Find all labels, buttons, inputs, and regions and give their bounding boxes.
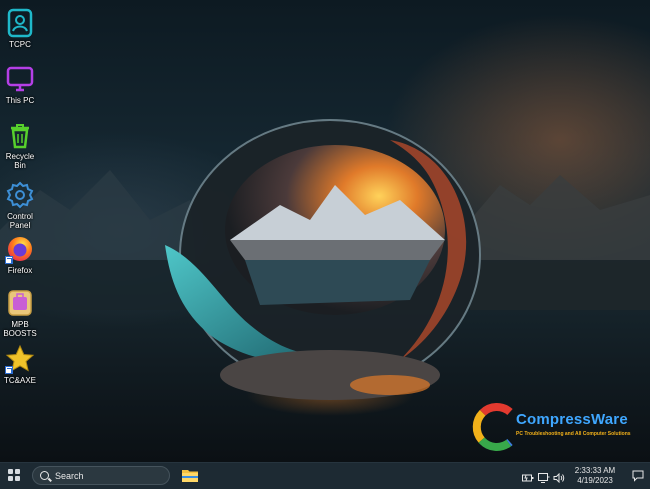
watermark-name: CompressWare xyxy=(516,411,628,428)
file-explorer-icon[interactable] xyxy=(182,468,198,482)
desktop-icon-control-panel[interactable]: Control Panel xyxy=(0,180,40,230)
shortcut-arrow-icon xyxy=(5,256,13,264)
desktop-icon-tcpc[interactable]: TCPC xyxy=(0,8,40,49)
desktop-icon-label: Control Panel xyxy=(7,212,33,230)
taskbar-clock[interactable]: 2:33:33 AM 4/19/2023 xyxy=(570,466,620,486)
network-icon[interactable] xyxy=(538,470,550,488)
watermark-tagline: PC Troubleshooting and All Computer Solu… xyxy=(516,431,631,437)
star-icon xyxy=(5,344,35,374)
desktop-icon-label: Firefox xyxy=(7,266,33,275)
desktop-icon-label: Recycle Bin xyxy=(5,152,35,170)
monitor-icon xyxy=(5,64,35,94)
desktop-screen: TCPC This PC Recycle Bin Control Panel F… xyxy=(0,0,650,489)
desktop-icon-mpb-boosts[interactable]: MPB BOOSTS xyxy=(0,288,40,338)
bag-icon xyxy=(5,288,35,318)
desktop-icon-tc-axe[interactable]: TC&AXE xyxy=(0,344,40,385)
taskbar: Search 2:33:33 AM 4/19/2023 xyxy=(0,462,650,489)
search-icon xyxy=(40,471,49,480)
desktop-icon-label: TCPC xyxy=(9,40,31,49)
desktop-icon-label: MPB BOOSTS xyxy=(3,320,37,338)
desktop-icon-label: This PC xyxy=(5,96,35,105)
clock-date: 4/19/2023 xyxy=(577,476,613,485)
compressware-watermark: CompressWare PC Troubleshooting and All … xyxy=(472,398,632,456)
system-tray: 2:33:33 AM 4/19/2023 xyxy=(520,463,650,489)
gear-icon xyxy=(5,180,35,210)
desktop-icon-recycle-bin[interactable]: Recycle Bin xyxy=(0,120,40,170)
compressware-logo-icon xyxy=(472,403,513,451)
desktop-icon-label: TC&AXE xyxy=(3,376,36,385)
firefox-icon xyxy=(5,234,35,264)
desktop-wallpaper xyxy=(0,0,650,462)
battery-icon[interactable] xyxy=(522,470,534,488)
shortcut-arrow-icon xyxy=(5,366,13,374)
clock-time: 2:33:33 AM xyxy=(574,466,616,475)
user-folder-icon xyxy=(5,8,35,38)
start-button[interactable] xyxy=(8,469,22,483)
desktop-icon-this-pc[interactable]: This PC xyxy=(0,64,40,105)
trash-icon xyxy=(5,120,35,150)
wallpaper-glass-orb xyxy=(165,119,481,400)
taskbar-search-box[interactable]: Search xyxy=(32,466,170,485)
desktop-icon-firefox[interactable]: Firefox xyxy=(0,234,40,275)
volume-icon[interactable] xyxy=(553,470,565,488)
notification-icon[interactable] xyxy=(632,469,644,487)
search-placeholder: Search xyxy=(55,471,84,481)
